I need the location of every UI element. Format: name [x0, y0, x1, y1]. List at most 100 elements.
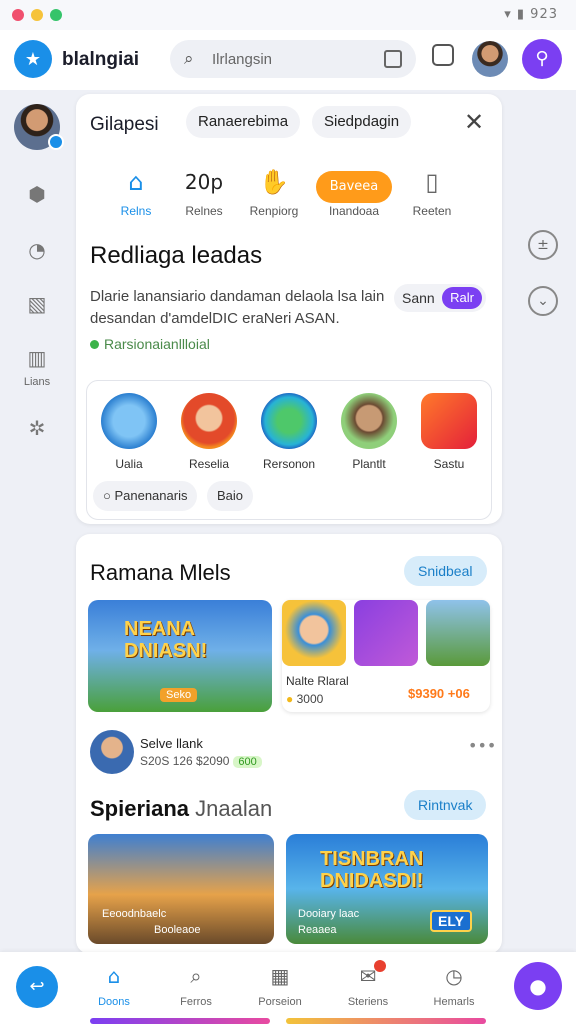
qr-scan-icon[interactable] — [384, 50, 402, 68]
app-item-5[interactable]: Sastu — [411, 393, 487, 471]
banner-tag: Seko — [160, 688, 198, 702]
nav-item-grid[interactable]: ▦ Porseion — [240, 964, 320, 1008]
expand-icon[interactable]: ⌄ — [528, 286, 558, 316]
app-label: Sastu — [433, 457, 465, 471]
banner-subtitle: Dooiary laac — [298, 908, 360, 920]
section-action-button[interactable]: Rintnvak — [404, 790, 487, 820]
card-image — [354, 600, 418, 666]
tag-chip-2[interactable]: Baio — [207, 481, 254, 511]
window-dot-yellow — [31, 9, 43, 21]
nav-item-search[interactable]: ⌕ Ferros — [156, 964, 236, 1008]
category-value: 20p — [184, 170, 224, 194]
status-indicator: Rarsionaianllloial — [90, 336, 210, 352]
side-rail-label[interactable]: Lians — [14, 376, 60, 388]
category-item-4[interactable]: Baveea Inandoaa — [316, 164, 392, 218]
profile-icon[interactable]: ● — [514, 962, 562, 1010]
app-item-2[interactable]: Reselia — [171, 393, 247, 471]
app-item-3[interactable]: Rersonon — [251, 393, 327, 471]
app-name: blalngiai — [62, 49, 140, 70]
banner-title: TISNBRAN DNIDASDI! — [320, 848, 424, 892]
app-icon — [261, 393, 317, 449]
window-dot-red — [12, 9, 24, 21]
banner-subtitle: Eeoodnbaelc — [102, 908, 167, 920]
settings-icon[interactable]: ✲ — [25, 416, 49, 440]
app-icon — [181, 393, 237, 449]
nav-label: Doons — [98, 996, 130, 1008]
clock-icon[interactable]: ◔ — [25, 238, 49, 262]
user-avatar[interactable] — [472, 41, 508, 77]
tag-chip-1[interactable]: ○ Panenanaris — [93, 481, 198, 511]
side-rail: ⬢ ◔ ▧ ▥ Lians ✲ — [0, 90, 74, 952]
more-options-icon[interactable]: ••• — [468, 736, 496, 755]
status-icons: ▾ ▮ 923 — [504, 7, 558, 22]
messages-icon: ✉ — [328, 960, 408, 990]
app-icon — [421, 393, 477, 449]
nav-item-messages[interactable]: ✉ Steriens — [328, 960, 408, 1008]
section-action-button[interactable]: Snidbeal — [404, 556, 487, 586]
window-dot-green — [50, 9, 62, 21]
adjust-icon[interactable]: ± — [528, 230, 558, 260]
app-logo-icon[interactable]: ★ — [14, 40, 52, 78]
user-avatar[interactable] — [90, 730, 134, 774]
category-label: Inandoaa — [328, 204, 380, 218]
app-icon — [101, 393, 157, 449]
app-label: Rersonon — [262, 457, 316, 471]
top-bar: ★ blalngiai ⌕ Ilrlangsin ⚲ — [0, 30, 576, 90]
notification-badge — [374, 960, 386, 972]
search-placeholder[interactable]: Ilrlangsin — [212, 51, 272, 68]
tag-chip-label: Panenanaris — [114, 488, 188, 503]
link-icon[interactable]: ⚲ — [522, 39, 562, 79]
search-icon: ⌕ — [190, 964, 202, 988]
category-item-5[interactable]: ▯ Reeten — [394, 164, 470, 218]
nav-item-home[interactable]: ⌂ Doons — [74, 964, 154, 1008]
layout-icon[interactable]: ▥ — [25, 346, 49, 370]
category-item-1[interactable]: ⌂ Relns — [98, 164, 174, 218]
app-item-4[interactable]: Plantlt — [331, 393, 407, 471]
category-label: Relnes — [185, 204, 223, 218]
category-pill[interactable]: Baveea — [316, 171, 392, 203]
game-banner-2[interactable]: Eeoodnbaelc Booleaoe — [88, 834, 274, 944]
close-icon[interactable]: ✕ — [464, 108, 484, 136]
section-title-main: Spieriana — [90, 796, 190, 821]
game-banner-1[interactable]: NEANA DNIASN! Seko — [88, 600, 272, 712]
home-icon: ⌂ — [128, 168, 144, 196]
filter-chip-2[interactable]: Siedpdagin — [312, 106, 412, 138]
edit-icon[interactable]: ▧ — [25, 292, 49, 316]
document-icon: ▯ — [425, 168, 439, 196]
filter-chip-1[interactable]: Ranaerebima — [186, 106, 301, 138]
verified-badge-icon — [48, 134, 64, 150]
user-badge: 600 — [233, 756, 262, 768]
category-label: Renpiorg — [249, 204, 299, 218]
category-label: Relns — [120, 204, 152, 218]
banner-subtitle: Booleaoe — [154, 924, 201, 936]
sort-label: Sann — [402, 290, 435, 306]
nav-label: Porseion — [258, 996, 302, 1008]
status-bar: ▾ ▮ 923 — [0, 0, 576, 30]
app-label: Plantlt — [352, 457, 386, 471]
app-label: Ualia — [115, 457, 143, 471]
app-item-1[interactable]: Ualia — [91, 393, 167, 471]
sort-control[interactable]: Sann Ralr — [394, 284, 486, 312]
nav-label: Steriens — [347, 996, 389, 1008]
app-label: Reselia — [188, 457, 230, 471]
nav-item-clock[interactable]: ◷ Hemarls — [414, 964, 494, 1008]
clock-icon: ◷ — [445, 964, 463, 988]
search-bar[interactable]: ⌕ Ilrlangsin — [170, 40, 416, 78]
nav-label: Ferros — [180, 996, 212, 1008]
card-price: $9390 +06 — [408, 686, 470, 701]
camera-icon[interactable] — [432, 44, 454, 66]
section-title: Ramana Mlels — [90, 560, 231, 585]
back-icon[interactable]: ↩ — [16, 966, 58, 1008]
category-item-2[interactable]: 20p Relnes — [166, 164, 242, 218]
featured-card[interactable]: Nalte Rlaral ● 3000 $9390 +06 — [282, 600, 490, 712]
category-panel: Gilapesi Ranaerebima Siedpdagin ✕ ⌂ Reln… — [76, 94, 502, 524]
shield-icon[interactable]: ⬢ — [25, 182, 49, 206]
grid-icon: ▦ — [270, 964, 290, 988]
sort-pill[interactable]: Ralr — [442, 287, 482, 309]
hand-icon: ✋ — [259, 168, 289, 196]
category-item-3[interactable]: ✋ Renpiorg — [236, 164, 312, 218]
home-icon: ⌂ — [107, 964, 121, 988]
user-name[interactable]: Selve llank — [140, 736, 203, 751]
game-banner-3[interactable]: TISNBRAN DNIDASDI! Dooiary laac Reaaea E… — [286, 834, 488, 944]
user-meta: S20S 126 $2090 600 — [140, 754, 262, 768]
